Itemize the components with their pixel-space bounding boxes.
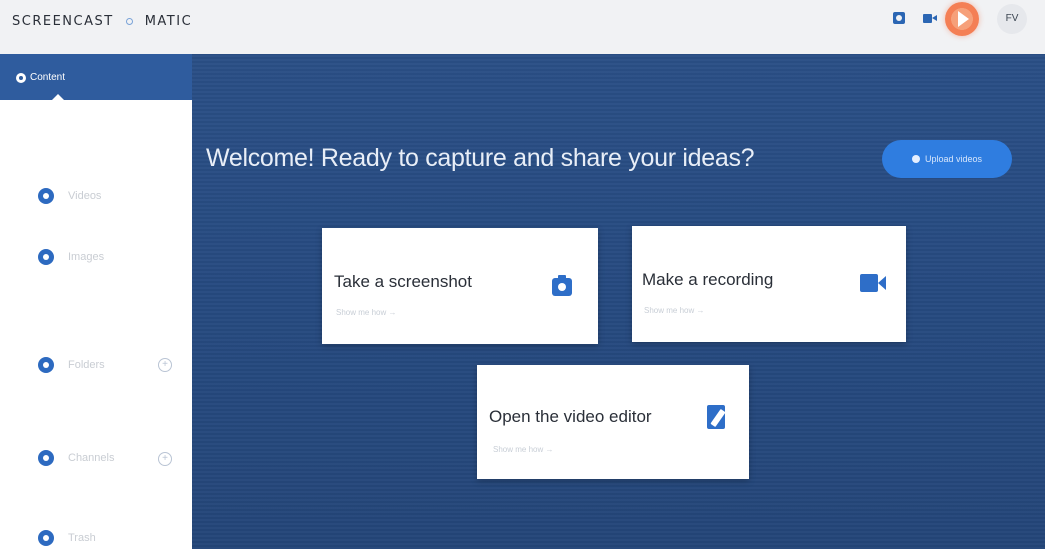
bullet-icon [38, 249, 54, 265]
sidebar-item-folders[interactable]: Folders [38, 357, 105, 373]
camera-icon [552, 275, 572, 296]
sidebar-item-label: Trash [68, 532, 96, 544]
app-avatar-icon[interactable] [945, 2, 979, 36]
sidebar-item-label: Channels [68, 452, 115, 464]
sidebar-item-label: Images [68, 251, 105, 263]
sidebar-item-videos[interactable]: Videos [38, 188, 101, 204]
edit-icon [707, 405, 729, 431]
sidebar-header-label: Content [30, 72, 66, 83]
video-camera-icon [860, 274, 886, 292]
welcome-heading: Welcome! Ready to capture and share your… [206, 144, 755, 172]
header-actions: FV [845, 0, 1045, 44]
app-logo[interactable]: SCREENCAST MATIC [12, 14, 192, 29]
screenshot-icon[interactable] [893, 12, 905, 24]
logo-dot-icon [125, 18, 133, 25]
logo-text-left: SCREENCAST [12, 14, 114, 29]
content-icon [16, 72, 26, 83]
bullet-icon [38, 450, 54, 466]
sidebar-item-label: Videos [68, 190, 102, 202]
card-title: Make a recording [642, 270, 774, 289]
card-title: Open the video editor [489, 407, 652, 426]
open-video-editor-card[interactable]: Open the video editor Show me how → [477, 365, 749, 479]
user-avatar[interactable]: FV [997, 4, 1027, 34]
bullet-icon [38, 357, 54, 373]
upload-videos-button[interactable]: Upload videos [882, 140, 1012, 178]
top-bar: SCREENCAST MATIC FV [0, 0, 1045, 54]
sidebar-item-channels[interactable]: Channels [38, 450, 114, 466]
sidebar-item-label: Folders [68, 359, 105, 371]
logo-text-right: MATIC [144, 14, 193, 29]
add-channel-icon[interactable]: + [158, 452, 172, 466]
show-me-how-link[interactable]: Show me how → [336, 308, 396, 317]
show-me-how-link[interactable]: Show me how → [644, 306, 704, 315]
record-icon[interactable] [923, 14, 937, 23]
main-panel: Welcome! Ready to capture and share your… [192, 54, 1045, 549]
sidebar-item-images[interactable]: Images [38, 249, 104, 265]
show-me-how-link[interactable]: Show me how → [493, 445, 553, 454]
add-folder-icon[interactable]: + [158, 358, 172, 372]
bullet-icon [38, 188, 54, 204]
upload-videos-label: Upload videos [924, 154, 983, 164]
take-screenshot-card[interactable]: Take a screenshot Show me how → [322, 228, 598, 344]
sidebar: Videos Images Folders + Channels + Trash [0, 100, 192, 549]
upload-icon [911, 155, 920, 163]
make-recording-card[interactable]: Make a recording Show me how → [632, 226, 906, 342]
sidebar-content-tab[interactable]: Content [0, 54, 192, 100]
bullet-icon [38, 530, 54, 546]
sidebar-item-trash[interactable]: Trash [38, 530, 96, 546]
card-title: Take a screenshot [334, 272, 472, 291]
